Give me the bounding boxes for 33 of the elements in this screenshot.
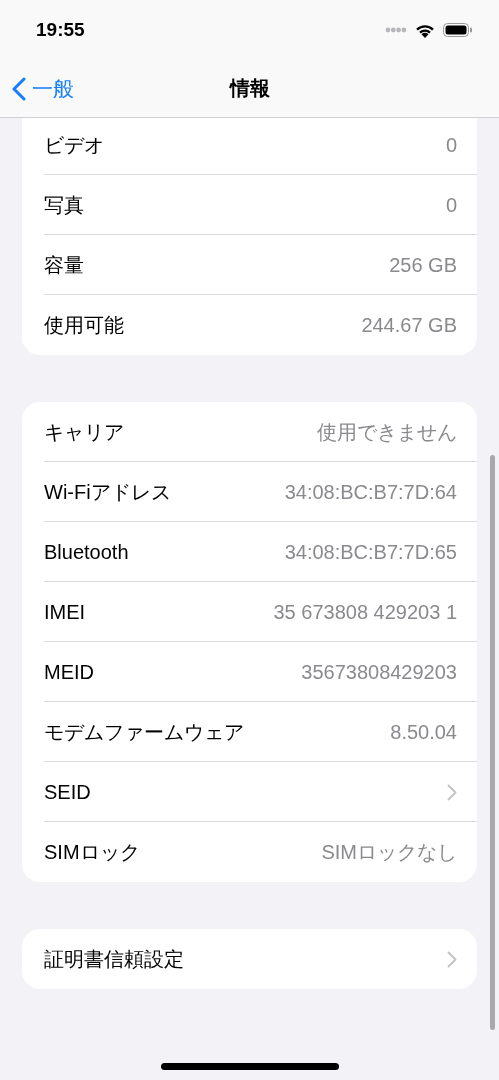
row-label: ビデオ — [44, 132, 105, 158]
wifi-icon — [415, 22, 435, 38]
row-value: 34:08:BC:B7:7D:64 — [284, 480, 457, 504]
settings-row[interactable]: SEID — [22, 762, 477, 822]
row-label: 写真 — [44, 192, 85, 218]
battery-icon — [443, 23, 473, 37]
row-value: 使用できません — [317, 419, 457, 445]
row-value: 8.50.04 — [390, 720, 457, 744]
row-value: 256 GB — [389, 253, 457, 277]
row-value: 0 — [445, 133, 457, 157]
row-label: IMEI — [44, 600, 87, 624]
row-value: 34:08:BC:B7:7D:65 — [284, 540, 457, 564]
row-label: SIMロック — [44, 839, 141, 865]
row-value: SIMロックなし — [321, 839, 457, 865]
row-value: 0 — [445, 193, 457, 217]
page-title: 情報 — [229, 76, 270, 101]
row-value: 244.67 GB — [361, 313, 457, 337]
row-value: 35673808429203 — [301, 660, 457, 684]
back-button[interactable]: 一般 — [12, 60, 74, 117]
row-label: 使用可能 — [44, 312, 125, 338]
row-label: MEID — [44, 660, 95, 684]
row-label: モデムファームウェア — [44, 719, 245, 745]
settings-row[interactable]: 証明書信頼設定 — [22, 929, 477, 989]
row-value: 35 673808 429203 1 — [273, 600, 457, 624]
row-label: 容量 — [44, 252, 85, 278]
status-time: 19:55 — [36, 19, 85, 41]
row-label: キャリア — [44, 419, 125, 445]
chevron-icon — [447, 783, 457, 801]
chevron-icon — [447, 950, 457, 968]
chevron-left-icon — [12, 76, 26, 101]
signal-icon — [385, 27, 407, 33]
row-label: Wi-Fiアドレス — [44, 479, 172, 505]
row-label: Bluetooth — [44, 540, 130, 564]
